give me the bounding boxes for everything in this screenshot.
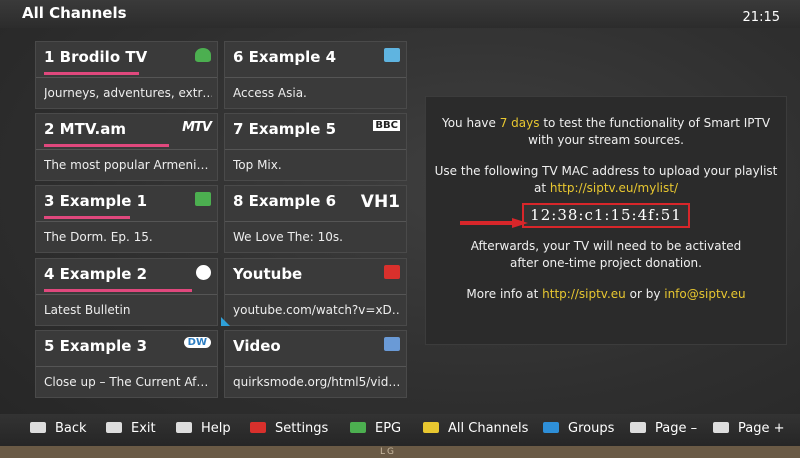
channel-name: 2 MTV.am [44,120,126,138]
channel-tile[interactable]: 4 Example 2 Latest Bulletin [35,258,218,326]
bottom-bar: Back Exit Help Settings EPG All Channels… [0,414,800,446]
channel-name: 4 Example 2 [44,265,148,283]
red-key-icon [250,422,266,433]
mac-address: 12:38:c1:15:4f:51 [522,203,690,228]
channel-tile[interactable]: 3 Example 1 The Dorm. Ep. 15. [35,185,218,253]
channel-desc: Top Mix. [233,158,282,172]
channel-logo: VH1 [360,192,400,212]
channel-desc: The Dorm. Ep. 15. [44,230,153,244]
progress-bar [44,216,130,219]
mylist-link[interactable]: http://siptv.eu/mylist/ [550,181,678,195]
channel-desc: Journeys, adventures, extr… [44,86,212,100]
page-title: All Channels [22,4,127,22]
progress-bar [44,72,139,75]
channel-name: 7 Example 5 [233,120,337,138]
trial-days: 7 days [499,116,540,130]
top-bar: All Channels 21:15 [0,0,800,28]
channel-name: 3 Example 1 [44,192,148,210]
back-key-icon [30,422,46,433]
clock: 21:15 [742,10,780,25]
help-button[interactable]: Help [176,421,231,436]
channel-desc: The most popular Armeni… [44,158,209,172]
progress-bar [44,289,192,292]
channel-desc: quirksmode.org/html5/vid… [233,375,401,389]
channel-name: Video [233,337,281,355]
all-channels-button[interactable]: All Channels [423,421,528,436]
progress-bar [44,144,169,147]
channel-logo: DW [183,337,211,348]
brand-logo: LG [380,447,396,457]
channel-logo: MTV [182,120,212,135]
frog-icon [195,48,211,65]
tv-screen: All Channels 21:15 1 Brodilo TV Journeys… [0,0,800,458]
info-key-icon [176,422,192,433]
epg-button[interactable]: EPG [350,421,401,436]
channel-name: Youtube [233,265,303,283]
page-down-button[interactable]: Page – [630,421,697,436]
channel-desc: We Love The: 10s. [233,230,343,244]
page-down-key-icon [630,422,646,433]
channel-tile[interactable]: Video quirksmode.org/html5/vid… [224,330,407,398]
asia-icon [384,48,400,65]
channel-name: 5 Example 3 [44,337,148,355]
youtube-icon [384,265,400,282]
channel-desc: Access Asia. [233,86,307,100]
channel-tile[interactable]: Youtube youtube.com/watch?v=xD… [224,258,407,326]
settings-button[interactable]: Settings [250,421,328,436]
email-link[interactable]: info@siptv.eu [664,287,745,301]
red-arrow-icon [460,218,528,228]
green-key-icon [350,422,366,433]
channel-name: 6 Example 4 [233,48,337,66]
channel-name: 8 Example 6 [233,192,337,210]
channel-desc: Close up – The Current Af… [44,375,209,389]
pointer-cursor-icon [221,317,230,326]
channel-tile[interactable]: 2 MTV.am MTV The most popular Armeni… [35,113,218,181]
channel-tile[interactable]: 5 Example 3 DW Close up – The Current Af… [35,330,218,398]
siptv-link[interactable]: http://siptv.eu [542,287,626,301]
circle-icon [196,265,211,283]
page-up-key-icon [713,422,729,433]
channel-logo: BBC [373,120,400,131]
channel-tile[interactable]: 6 Example 4 Access Asia. [224,41,407,109]
back-button[interactable]: Back [30,421,87,436]
mtv-icon [195,192,211,209]
video-icon [384,337,400,354]
channel-tile[interactable]: 7 Example 5 BBC Top Mix. [224,113,407,181]
exit-key-icon [106,422,122,433]
channel-tile[interactable]: 8 Example 6 VH1 We Love The: 10s. [224,185,407,253]
exit-button[interactable]: Exit [106,421,156,436]
channel-name: 1 Brodilo TV [44,48,148,66]
channel-desc: Latest Bulletin [44,303,131,317]
tv-bezel [0,446,800,458]
groups-button[interactable]: Groups [543,421,614,436]
channel-tile[interactable]: 1 Brodilo TV Journeys, adventures, extr… [35,41,218,109]
page-up-button[interactable]: Page + [713,421,785,436]
yellow-key-icon [423,422,439,433]
channel-desc: youtube.com/watch?v=xD… [233,303,401,317]
blue-key-icon [543,422,559,433]
